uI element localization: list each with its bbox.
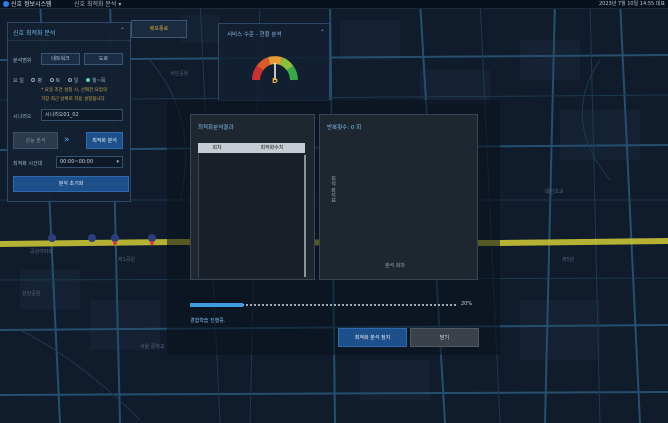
road-button[interactable]: 도로 xyxy=(84,53,123,65)
double-chevron-right-icon: » xyxy=(64,135,70,145)
iteration-count: 반복횟수: 0 회 xyxy=(327,125,362,131)
menu-title[interactable]: 신호 최적화 분석 ▾ xyxy=(74,0,121,9)
report-tab[interactable]: 배포종료 xyxy=(131,20,187,38)
chart-x-axis-label: 분석 회차 xyxy=(385,263,405,269)
menu-title-label: 신호 최적화 분석 xyxy=(74,1,117,8)
radio-button[interactable] xyxy=(49,78,54,82)
map-label: 강당공원 xyxy=(22,291,41,297)
iteration-chart-panel: 반복횟수: 0 회 xyxy=(319,114,478,280)
note-line: 가장 최근 날짜로 자동 설정됩니다. xyxy=(41,97,107,102)
panel-header: 신호 최적화 분석 ⌃ xyxy=(8,23,130,41)
panel-title: 신호 최적화 분석 xyxy=(13,30,56,37)
service-level-panel: 서비스 수준 - 현황 분석 ⌃ D xyxy=(218,23,330,101)
map-label: 서민공원 xyxy=(170,71,189,77)
map-label: 대한초교 xyxy=(545,189,564,195)
range-label: 분석범위 xyxy=(13,58,32,64)
result-table-header: 회차 최적화수치 xyxy=(198,143,305,153)
day-option: 일 xyxy=(73,78,79,84)
radio-button-selected[interactable] xyxy=(86,78,90,82)
service-grade: D xyxy=(272,77,278,85)
time-value: 00:00~00:00 xyxy=(60,159,94,165)
chevron-down-icon: ▾ xyxy=(116,159,119,165)
compare-button[interactable]: 성능 분석 xyxy=(13,132,58,149)
chevron-up-icon[interactable]: ⌃ xyxy=(120,27,125,34)
app-title: 신호 정보시스템 xyxy=(11,1,52,8)
column-header: 최적화수치 xyxy=(260,145,284,151)
map-label: 서울 중학교 xyxy=(140,344,165,350)
day-selector: 요 일 평 토 일 월~목 xyxy=(13,77,105,84)
progress-percent: 20% xyxy=(461,301,473,307)
progress-bar xyxy=(190,303,243,307)
logo-icon xyxy=(3,1,9,7)
map-label: 제5원 xyxy=(562,257,575,263)
app-logo[interactable]: 신호 정보시스템 xyxy=(3,0,52,9)
note-line: * 요일 조건 설정 시, 선택한 요일의 xyxy=(41,88,108,93)
service-gauge xyxy=(252,56,298,81)
radio-button[interactable] xyxy=(67,78,72,82)
chart-y-axis-label: 최적 화지표 xyxy=(330,176,336,203)
datetime: 2023년 7월 10일 14:55 대표 xyxy=(598,1,665,7)
day-label: 요 일 xyxy=(13,78,24,84)
result-table-body xyxy=(198,153,305,278)
result-title: 최적화분석결과 xyxy=(198,125,234,131)
optimization-panel: 신호 최적화 분석 ⌃ 분석범위 네트워크 도로 요 일 평 토 일 월~목 *… xyxy=(7,22,131,202)
reset-analysis-button[interactable]: 분석 초기화 xyxy=(13,176,129,192)
status-text: 경험학습 진행중. xyxy=(190,318,226,324)
table-scrollbar[interactable] xyxy=(304,155,306,277)
stop-optimization-button[interactable]: 최적화 분석 정지 xyxy=(338,328,407,347)
network-button[interactable]: 네트워크 xyxy=(41,53,80,65)
chevron-down-icon: ▾ xyxy=(118,1,122,8)
day-option: 평 xyxy=(37,78,42,84)
close-button[interactable]: 닫기 xyxy=(410,328,479,347)
map-label: 공원아파트 xyxy=(30,249,54,255)
top-bar: 신호 정보시스템 신호 최적화 분석 ▾ 2023년 7월 10일 14:55 … xyxy=(0,0,668,9)
day-option: 토 xyxy=(55,78,61,84)
scenario-input[interactable]: 시나리오01_02 xyxy=(41,109,123,121)
time-select[interactable]: 00:00~00:00 ▾ xyxy=(56,156,123,168)
optimize-button[interactable]: 최적화 분석 xyxy=(86,132,123,149)
map-label: 제1공원 xyxy=(118,257,135,263)
result-panel: 최적화분석결과 회차 최적화수치 xyxy=(190,114,315,280)
day-option: 월~목 xyxy=(92,78,106,84)
app-root: 공원아파트 제1공원 서울 중학교 제5원 강당공원 대한초교 서민공원 신호 … xyxy=(0,0,668,423)
scenario-label: 시나리오 xyxy=(13,114,32,120)
radio-button[interactable] xyxy=(31,78,36,82)
column-header: 회차 xyxy=(212,145,222,151)
time-label: 최적화 시간대 xyxy=(13,161,43,167)
